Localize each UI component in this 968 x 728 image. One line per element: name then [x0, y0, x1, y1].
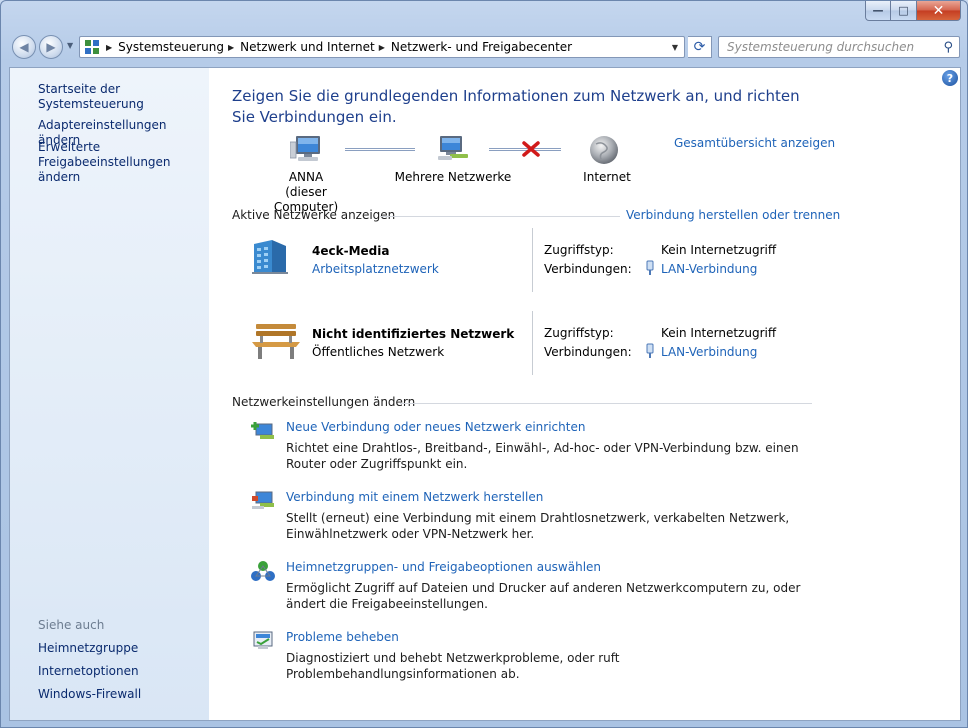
task-troubleshoot-link[interactable]: Probleme beheben: [286, 630, 399, 644]
task-homegroup-desc: Ermöglicht Zugriff auf Dateien und Druck…: [286, 581, 801, 611]
client-area: Startseite der Systemsteuerung Adapterei…: [9, 67, 961, 721]
search-placeholder: Systemsteuerung durchsuchen: [727, 40, 915, 54]
recent-pages-dropdown-icon[interactable]: ▼: [67, 41, 73, 50]
lan-connection-link[interactable]: LAN-Verbindung: [661, 262, 757, 276]
network-name: 4eck-Media: [312, 244, 390, 258]
see-also-heading: Siehe auch: [38, 618, 105, 632]
sidebar-item-windows-firewall[interactable]: Windows-Firewall: [38, 687, 141, 702]
chevron-right-icon[interactable]: ▶: [228, 43, 234, 52]
sidebar-item-internet-options[interactable]: Internetoptionen: [38, 664, 139, 679]
task-new-connection-desc: Richtet eine Drahtlos-, Breitband-, Einw…: [286, 441, 799, 471]
control-panel-icon: [82, 37, 102, 57]
page-title: Zeigen Sie die grundlegenden Information…: [232, 87, 800, 126]
lan-cable-icon: [645, 260, 655, 279]
sidebar: Startseite der Systemsteuerung Adapterei…: [10, 68, 209, 720]
address-dropdown-icon[interactable]: ▼: [672, 43, 678, 52]
breadcrumb-systemsteuerung[interactable]: Systemsteuerung: [118, 40, 224, 54]
chevron-right-icon[interactable]: ▶: [106, 43, 112, 52]
map-internet-label: Internet: [583, 170, 631, 184]
public-network-bench-icon[interactable]: [250, 322, 302, 365]
task-homegroup-link[interactable]: Heimnetzgruppen- und Freigabeoptionen au…: [286, 560, 601, 574]
minimize-button[interactable]: —: [865, 1, 891, 21]
troubleshoot-icon: [250, 630, 276, 652]
globe-icon[interactable]: [588, 134, 620, 169]
disconnected-x-icon: [522, 141, 540, 160]
network-type-link[interactable]: Arbeitsplatznetzwerk: [312, 262, 439, 276]
task-connect-network-desc: Stellt (erneut) eine Verbindung mit eine…: [286, 511, 790, 541]
refresh-button[interactable]: ⟳: [688, 36, 712, 58]
lan-cable-icon: [645, 343, 655, 362]
map-networks-label: Mehrere Netzwerke: [394, 170, 512, 184]
close-button[interactable]: ✕: [917, 1, 961, 21]
caption-buttons: — □ ✕: [865, 1, 961, 21]
connections-label: Verbindungen:: [544, 345, 632, 359]
divider: [532, 311, 533, 375]
breadcrumb-netzwerk-internet[interactable]: Netzwerk und Internet: [240, 40, 375, 54]
forward-arrow-icon: ▶: [46, 40, 56, 54]
main-content: Zeigen Sie die grundlegenden Information…: [232, 68, 932, 720]
new-connection-icon: [250, 420, 276, 442]
computer-icon[interactable]: [289, 134, 326, 167]
task-connect-network-link[interactable]: Verbindung mit einem Netzwerk herstellen: [286, 490, 543, 504]
lan-connection-link[interactable]: LAN-Verbindung: [661, 345, 757, 359]
sidebar-item-home[interactable]: Startseite der Systemsteuerung: [38, 82, 209, 112]
access-type-value: Kein Internetzugriff: [661, 326, 777, 340]
search-input[interactable]: Systemsteuerung durchsuchen ⚲: [718, 36, 960, 58]
connect-disconnect-link[interactable]: Verbindung herstellen oder trennen: [626, 208, 840, 222]
map-connection-line: [345, 148, 415, 151]
access-type-label: Zugriffstyp:: [544, 326, 614, 340]
forward-button[interactable]: ▶: [39, 35, 63, 59]
sidebar-item-homegroup[interactable]: Heimnetzgruppe: [38, 641, 138, 656]
access-type-value: Kein Internetzugriff: [661, 243, 777, 257]
connect-to-network-icon: [250, 490, 276, 512]
chevron-right-icon[interactable]: ▶: [379, 43, 385, 52]
divider: [400, 403, 812, 404]
refresh-icon: ⟳: [693, 39, 706, 55]
sidebar-item-advanced-sharing[interactable]: Erweiterte Freigabeeinstellungen ändern: [38, 140, 208, 185]
divider: [380, 216, 620, 217]
multiple-networks-icon[interactable]: [436, 134, 470, 167]
maximize-button[interactable]: □: [891, 1, 917, 21]
search-icon[interactable]: ⚲: [943, 40, 953, 55]
connections-label: Verbindungen:: [544, 262, 632, 276]
network-type: Öffentliches Netzwerk: [312, 345, 445, 359]
network-name: Nicht identifiziertes Netzwerk: [312, 327, 515, 341]
homegroup-icon: [250, 560, 276, 582]
task-new-connection-link[interactable]: Neue Verbindung oder neues Netzwerk einr…: [286, 420, 585, 434]
window-frame: — □ ✕ ◀ ▶ ▼ ▶ Systemsteuerung ▶ Netzwerk…: [0, 0, 968, 728]
full-map-link[interactable]: Gesamtübersicht anzeigen: [674, 136, 835, 150]
computer-name: ANNA: [288, 170, 324, 184]
back-button[interactable]: ◀: [12, 35, 36, 59]
address-bar[interactable]: ▶ Systemsteuerung ▶ Netzwerk und Interne…: [79, 36, 685, 58]
network-settings-heading: Netzwerkeinstellungen ändern: [232, 395, 416, 409]
active-networks-heading: Aktive Netzwerke anzeigen: [232, 208, 396, 222]
access-type-label: Zugriffstyp:: [544, 243, 614, 257]
help-icon[interactable]: ?: [942, 70, 958, 86]
task-troubleshoot-desc: Diagnostiziert und behebt Netzwerkproble…: [286, 651, 620, 681]
divider: [532, 228, 533, 292]
work-network-building-icon[interactable]: [250, 236, 290, 279]
breadcrumb-freigabecenter[interactable]: Netzwerk- und Freigabecenter: [391, 40, 572, 54]
back-arrow-icon: ◀: [19, 40, 29, 54]
